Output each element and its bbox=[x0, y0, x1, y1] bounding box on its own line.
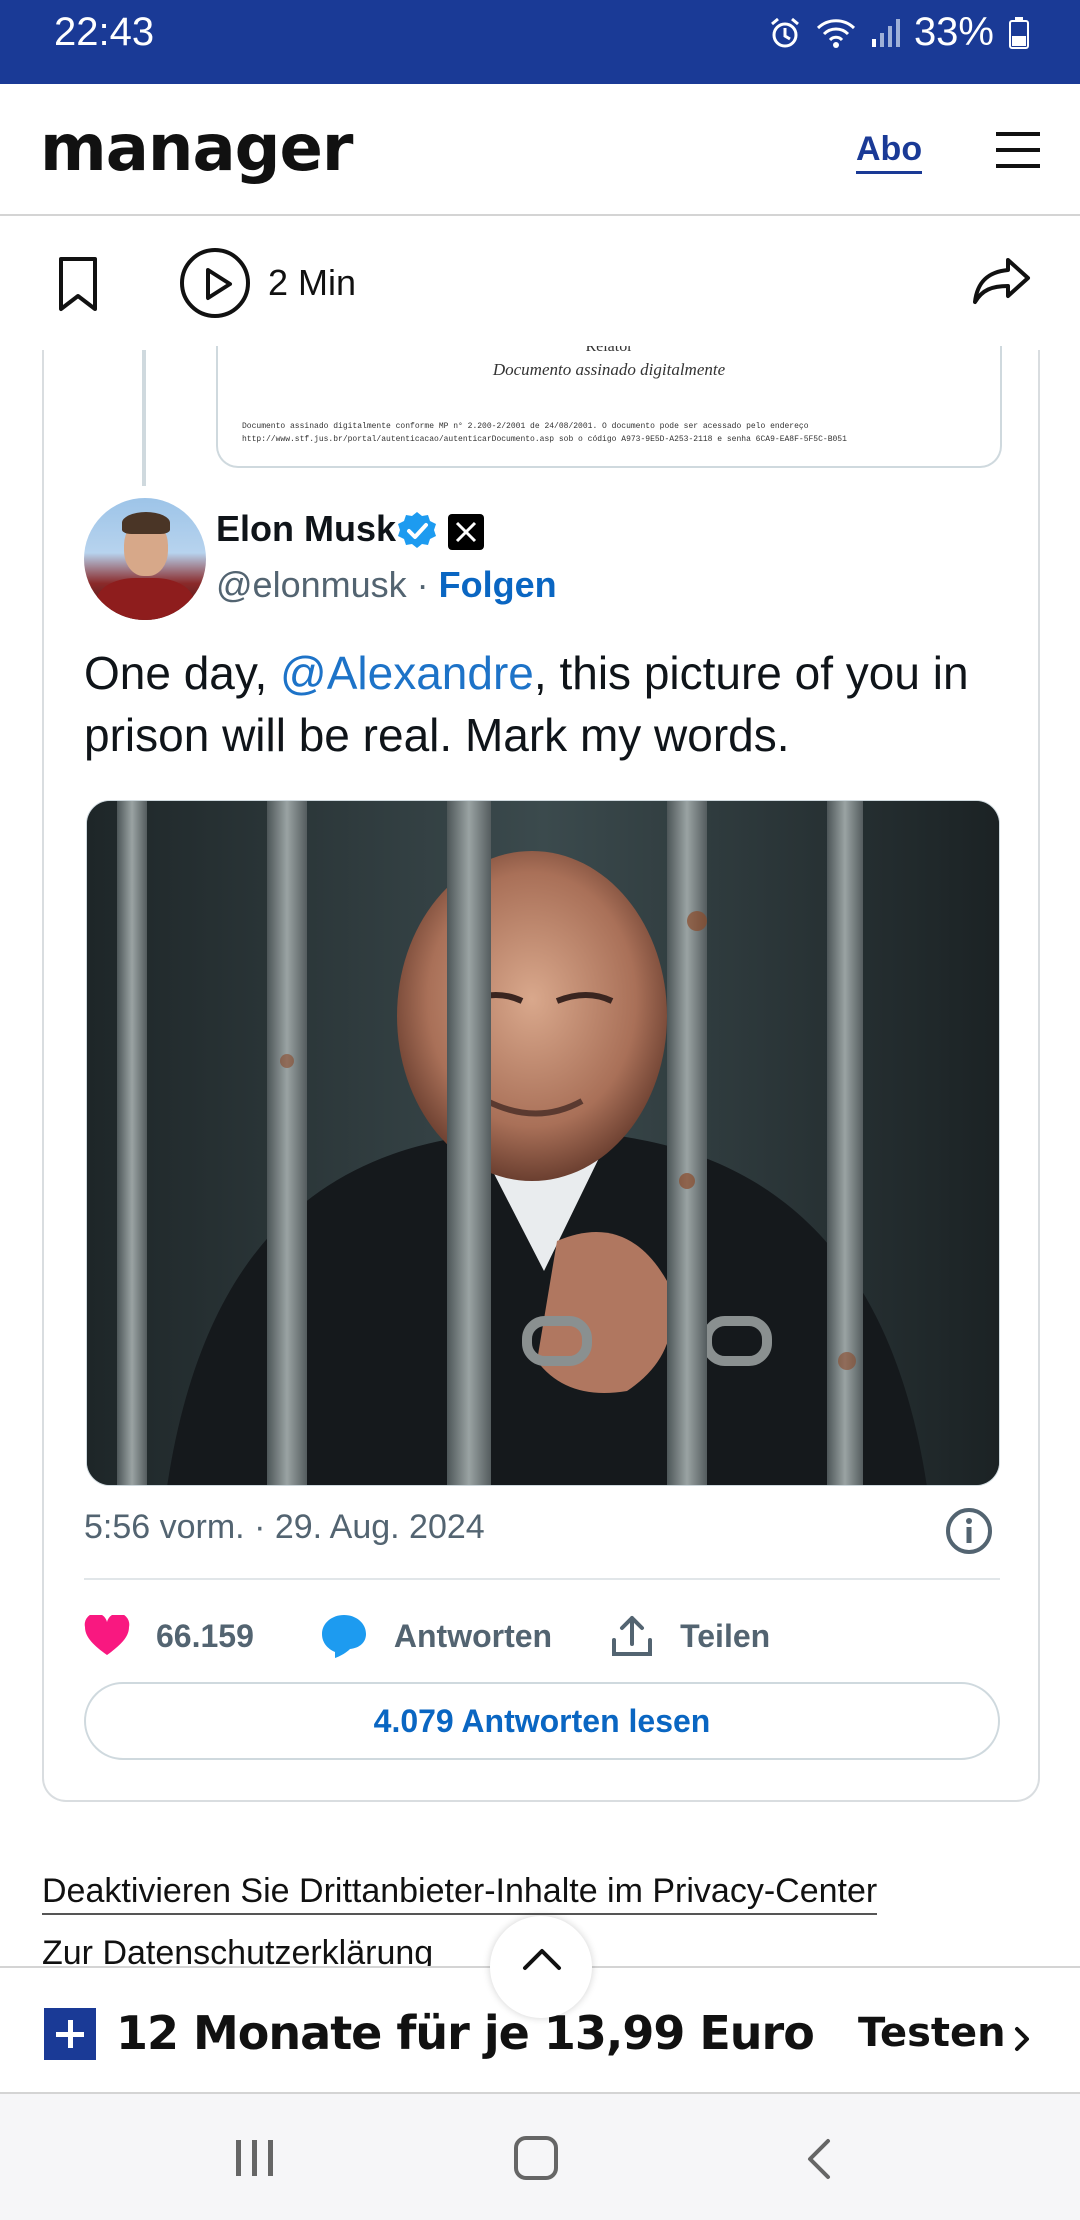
reply-bubble-icon bbox=[321, 1615, 366, 1658]
info-icon[interactable] bbox=[944, 1506, 994, 1561]
status-time: 22:43 bbox=[54, 10, 155, 54]
reply-button[interactable]: Antworten bbox=[320, 1613, 552, 1659]
site-logo[interactable]: manager bbox=[40, 112, 353, 186]
share-tweet-button[interactable]: Teilen bbox=[610, 1614, 770, 1658]
tweet-text-start: One day, bbox=[84, 647, 281, 699]
scroll-to-top-button[interactable] bbox=[490, 1916, 592, 2018]
chevron-up-icon bbox=[523, 1949, 561, 1970]
quoted-signed-text: Documento assinado digitalmente bbox=[492, 360, 726, 379]
testen-button[interactable]: Testen bbox=[858, 2010, 1006, 2056]
tweet-actions: 66.159 Antworten Teilen bbox=[84, 1608, 1000, 1664]
home-icon[interactable] bbox=[514, 2136, 558, 2180]
tweet-text: One day, @Alexandre, this picture of you… bbox=[84, 642, 1004, 766]
battery-text: 33% bbox=[913, 10, 994, 54]
quoted-document[interactable]: Relator Documento assinado digitalmente … bbox=[216, 346, 1002, 468]
site-header: manager Abo bbox=[0, 84, 1080, 216]
chevron-right-icon bbox=[1014, 2026, 1030, 2057]
verified-badge-icon bbox=[396, 510, 438, 557]
privacy-center-link[interactable]: Deaktivieren Sie Drittanbieter-Inhalte i… bbox=[42, 1872, 878, 1915]
article-toolbar: 2 Min bbox=[0, 218, 1080, 350]
alarm-icon bbox=[768, 16, 802, 50]
status-icons: 33% bbox=[768, 10, 1030, 55]
embedded-tweet: Relator Documento assinado digitalmente … bbox=[42, 346, 1040, 1802]
hamburger-menu-icon[interactable] bbox=[996, 132, 1040, 168]
share-icon[interactable] bbox=[972, 256, 1032, 311]
promo-text: 12 Monate für je 13,99 Euro bbox=[116, 2006, 815, 2060]
x-logo-icon[interactable] bbox=[448, 514, 484, 550]
quoted-relator: Relator bbox=[585, 346, 633, 355]
battery-icon bbox=[1008, 16, 1030, 50]
read-replies-button[interactable]: 4.079 Antworten lesen bbox=[84, 1682, 1000, 1760]
author-avatar[interactable] bbox=[84, 498, 206, 620]
plus-icon bbox=[44, 2008, 96, 2060]
reply-label: Antworten bbox=[393, 1617, 553, 1654]
recents-icon[interactable] bbox=[234, 2138, 276, 2183]
thread-line bbox=[142, 350, 146, 486]
abo-link[interactable]: Abo bbox=[856, 130, 923, 174]
back-icon[interactable] bbox=[804, 2138, 832, 2185]
signal-icon bbox=[870, 17, 900, 49]
audio-duration: 2 Min bbox=[268, 262, 357, 303]
tweet-mention-link[interactable]: @Alexandre bbox=[280, 647, 534, 699]
status-bar: 22:43 33% bbox=[0, 0, 1080, 84]
tweet-divider bbox=[84, 1578, 1000, 1580]
follow-button[interactable]: Folgen bbox=[439, 564, 557, 605]
author-name[interactable]: Elon Musk bbox=[216, 508, 396, 550]
wifi-icon bbox=[816, 16, 856, 50]
author-handle[interactable]: @elonmusk bbox=[216, 564, 407, 605]
handle-separator: · bbox=[406, 564, 439, 605]
quoted-fine-print: Documento assinado digitalmente conforme… bbox=[242, 420, 982, 446]
share-label: Teilen bbox=[680, 1617, 771, 1654]
bookmark-icon[interactable] bbox=[58, 256, 98, 317]
tweet-timestamp[interactable]: 5:56 vorm. · 29. Aug. 2024 bbox=[84, 1508, 485, 1547]
like-count: 66.159 bbox=[156, 1617, 254, 1654]
author-handle-row: @elonmusk · Folgen bbox=[216, 564, 557, 606]
play-icon bbox=[206, 268, 232, 300]
upload-share-icon bbox=[612, 1616, 653, 1656]
heart-icon bbox=[84, 1615, 130, 1655]
prison-photo bbox=[87, 801, 999, 1485]
system-navigation-bar bbox=[0, 2094, 1080, 2220]
like-button[interactable]: 66.159 bbox=[84, 1615, 254, 1657]
play-audio-button[interactable] bbox=[180, 248, 250, 318]
tweet-image[interactable] bbox=[86, 800, 1000, 1486]
fine-print-line-1: Documento assinado digitalmente conforme… bbox=[242, 422, 809, 431]
fine-print-line-2: http://www.stf.jus.br/portal/autenticaca… bbox=[242, 435, 847, 444]
